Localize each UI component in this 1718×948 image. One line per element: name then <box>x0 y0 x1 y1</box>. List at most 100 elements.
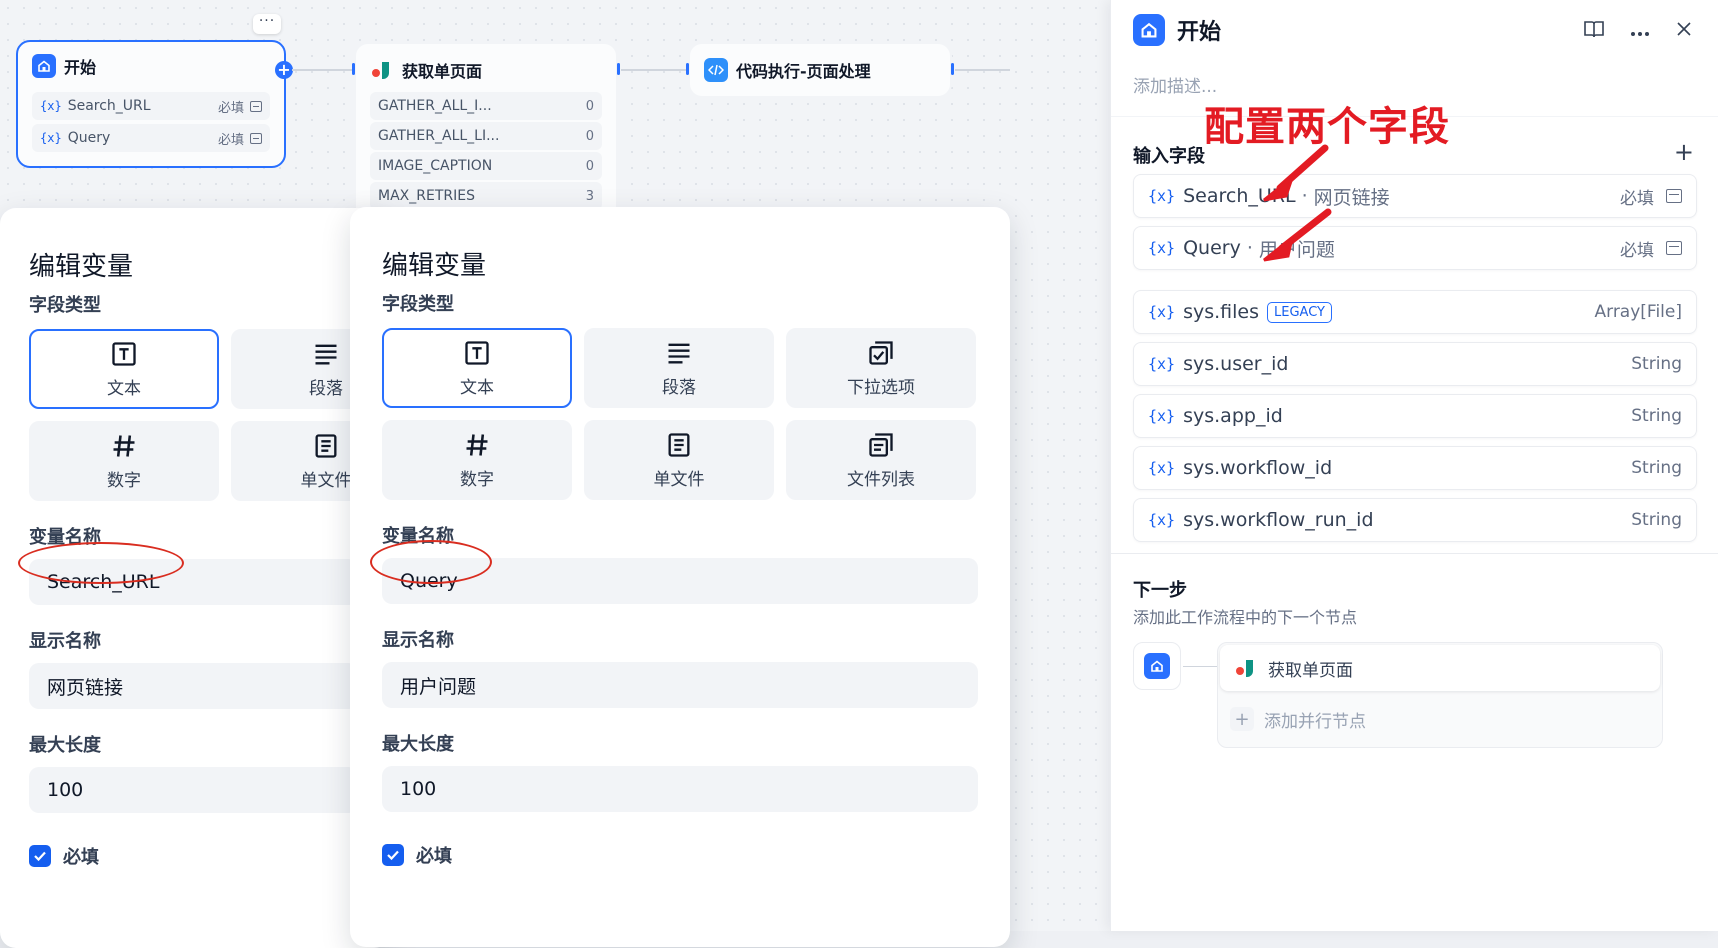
text-type-icon <box>112 341 136 366</box>
type-file-list-option[interactable]: 文件列表 <box>786 420 976 500</box>
start-node[interactable]: 开始 {x} Search_URL 必填 {x} Query 必填 <box>16 40 286 168</box>
code-node-title: 代码执行-页面处理 <box>736 62 871 81</box>
required-label: 必填 <box>416 846 452 867</box>
required-checkbox[interactable] <box>29 845 51 867</box>
home-icon <box>32 54 56 78</box>
type-label: 数字 <box>107 470 141 491</box>
text-input-icon <box>250 132 262 144</box>
type-dropdown-option[interactable]: 下拉选项 <box>786 328 976 408</box>
variable-icon: {x} <box>1148 303 1176 321</box>
file-icon <box>668 432 690 457</box>
variable-icon: {x} <box>1148 407 1176 425</box>
sys-var-name: sys.user_id <box>1183 353 1289 375</box>
edge-line <box>292 69 352 71</box>
more-icon[interactable] <box>1630 22 1650 41</box>
variable-icon: {x} <box>1148 187 1176 205</box>
fetch-logo-icon <box>370 58 394 82</box>
fetch-page-node[interactable]: 获取单页面 GATHER_ALL_I... 0 GATHER_ALL_LI... 0… <box>354 42 618 222</box>
fetch-logo-icon <box>1236 660 1253 677</box>
type-number-option[interactable]: 数字 <box>382 420 572 500</box>
edge-line <box>955 69 1010 71</box>
display-name-input[interactable]: 用户问题 <box>382 662 978 708</box>
param-value: 3 <box>585 188 594 204</box>
param-row: IMAGE_CAPTION 0 <box>370 152 602 180</box>
display-name-input[interactable]: 网页链接 <box>29 663 358 709</box>
annotation-arrows <box>1263 144 1332 262</box>
type-text-option[interactable]: 文本 <box>29 329 219 409</box>
var-name: Search_URL <box>67 98 151 114</box>
input-field-row[interactable]: {x} Query · 用户问题 必填 <box>1133 226 1697 270</box>
sys-var-row[interactable]: {x} sys.files LEGACY Array[File] <box>1133 290 1697 334</box>
max-length-input[interactable]: 100 <box>29 767 358 813</box>
text-input-icon <box>1666 241 1682 255</box>
legacy-badge: LEGACY <box>1267 301 1332 323</box>
sys-var-row[interactable]: {x} sys.app_id String <box>1133 394 1697 438</box>
sys-var-type: String <box>1631 354 1682 374</box>
sys-var-row[interactable]: {x} sys.user_id String <box>1133 342 1697 386</box>
node-more-button[interactable]: ··· <box>253 14 281 34</box>
next-node-group: 获取单页面 + 添加并行节点 <box>1217 642 1663 748</box>
sys-var-name: sys.files <box>1183 301 1260 323</box>
type-label: 段落 <box>309 378 343 399</box>
next-step-label: 下一步 <box>1133 580 1187 601</box>
type-label: 单文件 <box>300 470 352 491</box>
next-node-name: 获取单页面 <box>1268 660 1353 681</box>
type-single-file-option[interactable]: 单文件 <box>584 420 774 500</box>
node-output-handle[interactable] <box>617 63 620 75</box>
param-name: GATHER_ALL_I... <box>378 98 492 114</box>
node-output-handle[interactable] <box>951 63 954 75</box>
type-label: 文本 <box>107 378 141 399</box>
paragraph-icon <box>315 344 337 364</box>
sys-var-name: sys.app_id <box>1183 405 1283 427</box>
add-parallel-node-button[interactable]: + 添加并行节点 <box>1218 693 1662 745</box>
max-length-input[interactable]: 100 <box>382 766 978 812</box>
type-text-option[interactable]: 文本 <box>382 328 572 408</box>
node-input-handle[interactable] <box>686 63 689 75</box>
modal-title: 编辑变量 <box>382 251 487 281</box>
fetch-node-title: 获取单页面 <box>402 62 483 81</box>
variable-icon: {x} <box>40 131 62 145</box>
start-var-row[interactable]: {x} Search_URL 必填 <box>32 92 270 120</box>
start-node-title: 开始 <box>64 58 97 77</box>
next-node-item[interactable]: 获取单页面 <box>1220 645 1660 691</box>
text-input-icon <box>250 100 262 112</box>
hash-icon <box>466 433 488 456</box>
book-icon[interactable] <box>1584 20 1604 42</box>
type-paragraph-option[interactable]: 段落 <box>584 328 774 408</box>
text-type-icon <box>465 340 489 365</box>
display-name-label: 显示名称 <box>29 631 101 652</box>
max-length-label: 最大长度 <box>382 734 454 755</box>
variable-icon: {x} <box>1148 511 1176 529</box>
panel-title: 开始 <box>1177 20 1222 45</box>
param-value: 0 <box>585 128 594 144</box>
modal-title: 编辑变量 <box>29 252 134 282</box>
param-value: 0 <box>585 98 594 114</box>
close-icon[interactable] <box>1676 21 1692 41</box>
sys-var-type: String <box>1631 510 1682 530</box>
sys-var-name: sys.workflow_run_id <box>1183 509 1374 531</box>
var-name-label: 变量名称 <box>382 526 454 547</box>
type-label: 下拉选项 <box>847 377 915 398</box>
sys-var-row[interactable]: {x} sys.workflow_id String <box>1133 446 1697 490</box>
edge-line <box>621 69 687 71</box>
start-var-row[interactable]: {x} Query 必填 <box>32 124 270 152</box>
sys-var-row[interactable]: {x} sys.workflow_run_id String <box>1133 498 1697 542</box>
highlight-circle <box>370 540 492 584</box>
required-checkbox[interactable] <box>382 844 404 866</box>
code-icon <box>704 58 728 82</box>
sys-var-type: String <box>1631 406 1682 426</box>
plus-icon: + <box>1230 707 1254 731</box>
add-node-plus-icon[interactable]: + <box>275 61 293 79</box>
type-label: 数字 <box>460 469 494 490</box>
type-label: 单文件 <box>653 469 705 490</box>
input-field-row[interactable]: {x} Search_URL · 网页链接 必填 <box>1133 174 1697 218</box>
file-icon <box>315 433 337 458</box>
type-number-option[interactable]: 数字 <box>29 421 219 501</box>
add-field-plus-icon[interactable]: + <box>1674 140 1694 164</box>
current-node-box <box>1133 642 1181 690</box>
variable-icon: {x} <box>1148 239 1176 257</box>
code-exec-node[interactable]: 代码执行-页面处理 <box>688 42 952 98</box>
required-tag: 必填 <box>217 100 244 116</box>
next-step-desc: 添加此工作流程中的下一个节点 <box>1133 608 1358 627</box>
node-input-handle[interactable] <box>352 63 355 75</box>
